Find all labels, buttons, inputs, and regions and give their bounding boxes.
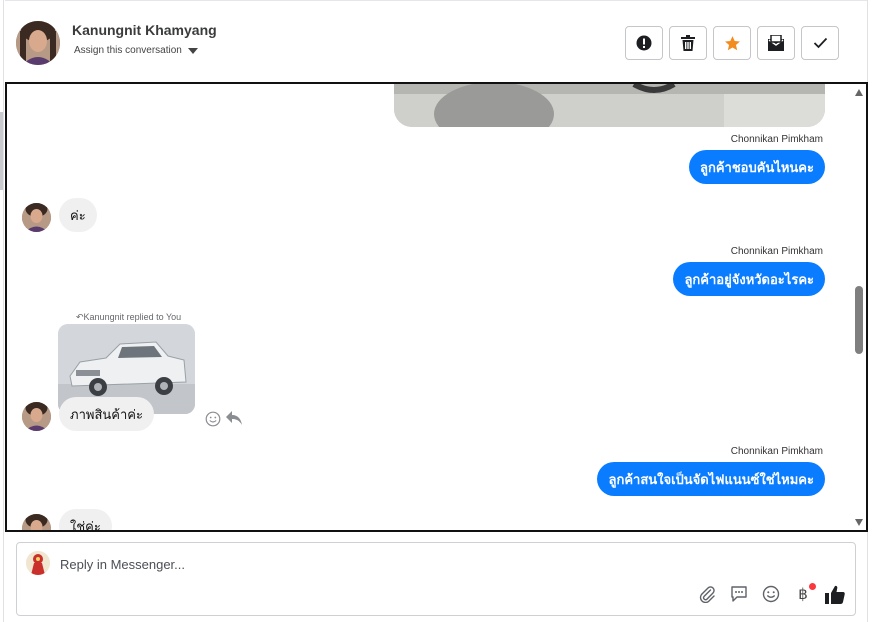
sender-name: Chonnikan Pimkham — [730, 134, 823, 145]
smiley-icon — [205, 411, 221, 427]
reply-icon — [226, 411, 242, 425]
reply-composer: ฿ — [16, 542, 856, 616]
check-icon — [813, 37, 827, 49]
thread-scrollbar[interactable] — [852, 84, 866, 530]
assign-label: Assign this conversation — [74, 45, 182, 56]
scroll-down-arrow-icon[interactable] — [855, 519, 863, 526]
star-icon — [724, 35, 740, 50]
contact-avatar[interactable] — [16, 21, 60, 65]
composer-toolbar: ฿ — [697, 583, 845, 604]
react-button[interactable] — [205, 411, 221, 427]
caret-down-icon — [187, 47, 198, 54]
reply-input[interactable] — [60, 553, 760, 575]
star-button[interactable] — [713, 26, 751, 60]
outgoing-message[interactable]: ลูกค้าอยู่จังหวัดอะไรคะ — [673, 262, 825, 296]
shared-image-partial[interactable] — [394, 84, 825, 127]
trash-icon — [681, 35, 695, 51]
reply-context-note: ↶Kanungnit replied to You — [76, 312, 182, 322]
header-actions — [625, 26, 839, 60]
incoming-message[interactable]: ค่ะ — [59, 198, 97, 232]
attachment-button[interactable] — [697, 584, 717, 604]
outgoing-message[interactable]: ลูกค้าสนใจเป็นจัดไฟแนนซ์ใช่ไหมคะ — [597, 462, 825, 496]
like-button[interactable] — [825, 584, 845, 604]
assign-conversation-dropdown[interactable]: Assign this conversation — [74, 45, 198, 56]
attachment-icon — [699, 586, 715, 603]
emoji-icon — [762, 585, 780, 603]
saved-reply-icon — [731, 586, 747, 602]
left-edge — [0, 0, 4, 622]
sender-name: Chonnikan Pimkham — [730, 446, 823, 457]
contact-avatar-small — [22, 402, 51, 431]
notification-dot — [809, 583, 816, 590]
delete-button[interactable] — [669, 26, 707, 60]
scroll-thumb[interactable] — [855, 286, 863, 354]
mark-done-button[interactable] — [801, 26, 839, 60]
like-icon — [825, 585, 845, 604]
alert-icon — [636, 35, 652, 51]
payment-button[interactable]: ฿ — [793, 583, 816, 604]
conversation-header: Kanungnit Khamyang Assign this conversat… — [5, 0, 867, 82]
outgoing-message[interactable]: ลูกค้าชอบคันไหนคะ — [689, 150, 825, 184]
spam-report-button[interactable] — [625, 26, 663, 60]
envelope-icon — [768, 34, 784, 51]
scroll-up-arrow-icon[interactable] — [855, 89, 863, 96]
message-thread[interactable]: Chonnikan Pimkham ลูกค้าชอบคันไหนคะ ค่ะ … — [5, 82, 868, 532]
payment-icon: ฿ — [798, 585, 808, 603]
incoming-message[interactable]: ภาพสินค้าค่ะ — [59, 397, 154, 431]
page-avatar — [26, 551, 50, 575]
incoming-message[interactable]: ใช่ค่ะ — [59, 509, 112, 530]
emoji-button[interactable] — [761, 584, 781, 604]
saved-replies-button[interactable] — [729, 584, 749, 604]
contact-avatar-small — [22, 203, 51, 232]
reply-arrow-icon: ↶ — [76, 312, 84, 322]
left-edge-scroll-mark — [0, 112, 3, 190]
reply-button[interactable] — [225, 410, 243, 426]
contact-avatar-small — [22, 514, 51, 530]
sender-name: Chonnikan Pimkham — [730, 246, 823, 257]
mark-unread-button[interactable] — [757, 26, 795, 60]
contact-name: Kanungnit Khamyang — [72, 22, 217, 38]
